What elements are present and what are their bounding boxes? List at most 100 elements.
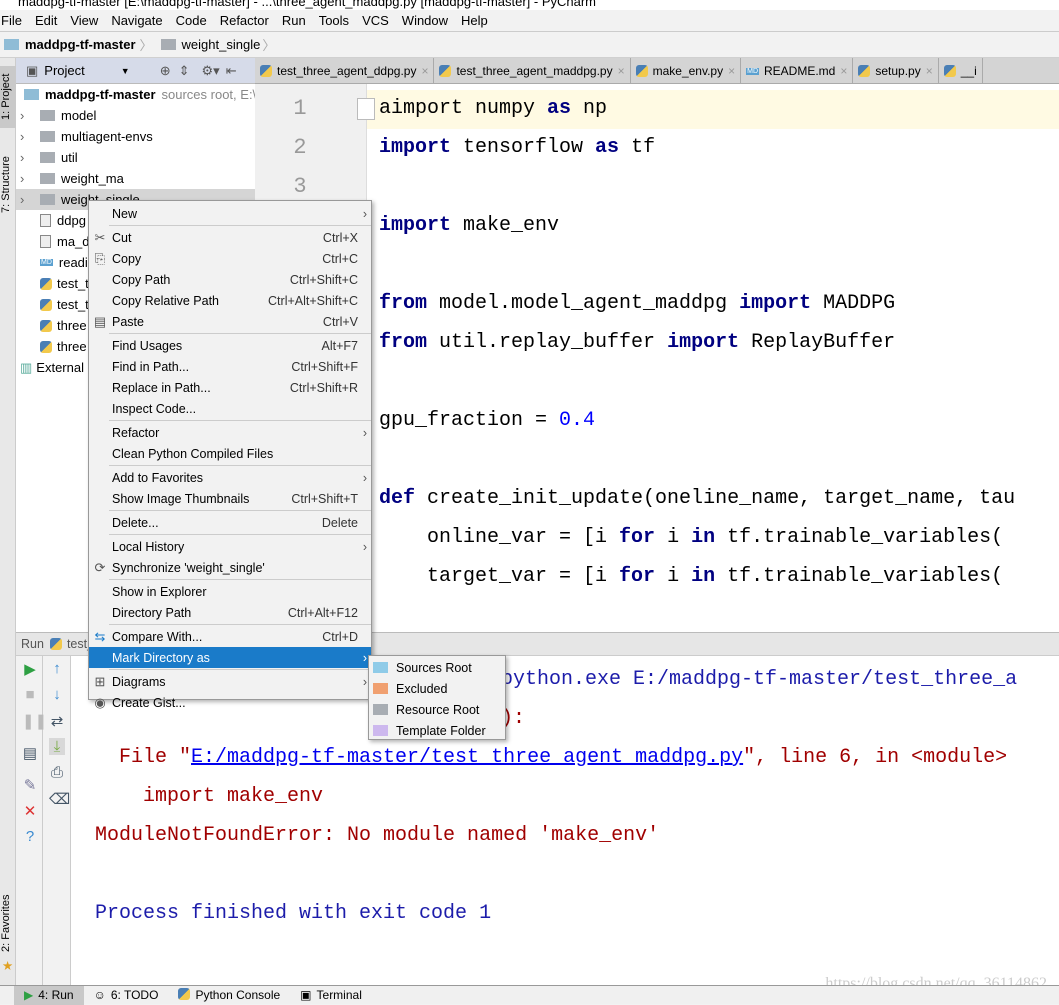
tree-item[interactable]: ma_d: [16, 231, 90, 252]
context-menu-item[interactable]: ▤ Paste Ctrl+V: [89, 311, 371, 332]
submenu-item[interactable]: Resource Root: [369, 699, 479, 720]
context-menu-item[interactable]: Clean Python Compiled Files: [89, 443, 371, 464]
code-editor[interactable]: 1 2 3 aimport numpy as np import tensorflow …: [255, 84, 1059, 632]
context-menu-item[interactable]: ⟳ Synchronize 'weight_single': [89, 557, 371, 578]
rerun-icon[interactable]: ▶: [22, 660, 38, 678]
context-menu-item[interactable]: Inspect Code...: [89, 398, 371, 419]
menu-refactor[interactable]: Refactor: [219, 13, 269, 28]
print-icon[interactable]: ⎙: [49, 764, 65, 781]
tree-item[interactable]: test_t: [16, 273, 89, 294]
chevron-right-icon[interactable]: ›: [20, 171, 34, 186]
tree-item[interactable]: test_t: [16, 294, 89, 315]
tree-item[interactable]: MD readi: [16, 252, 88, 273]
help-icon[interactable]: ?: [22, 828, 38, 845]
close-icon[interactable]: ✕: [22, 802, 38, 820]
context-menu-item[interactable]: Local History ›: [89, 536, 371, 557]
chevron-right-icon[interactable]: ›: [20, 150, 34, 165]
soft-wrap-icon[interactable]: ⇄: [49, 712, 65, 730]
editor-tab[interactable]: __i: [939, 58, 983, 84]
tree-item[interactable]: › multiagent-envs: [16, 126, 153, 147]
pause-icon[interactable]: ❚❚: [22, 712, 47, 730]
folder-icon: [40, 131, 55, 142]
breadcrumb-folder[interactable]: weight_single: [182, 37, 261, 52]
favorites-side-tab[interactable]: 2: Favorites: [0, 888, 16, 958]
layout-icon[interactable]: ▤: [22, 744, 38, 762]
scroll-to-end-icon[interactable]: ⤓: [49, 738, 65, 755]
editor-tab[interactable]: setup.py ×: [853, 58, 939, 84]
tree-external-libraries[interactable]: ▥ External: [20, 357, 84, 378]
tree-item[interactable]: › weight_ma: [16, 168, 124, 189]
project-view-selector[interactable]: Project: [44, 63, 84, 78]
chevron-right-icon[interactable]: ›: [20, 129, 34, 144]
structure-side-tab[interactable]: 7: Structure: [0, 150, 16, 220]
chevron-right-icon[interactable]: ›: [20, 108, 34, 123]
menu-help[interactable]: Help: [460, 13, 488, 28]
context-menu-item[interactable]: Directory Path Ctrl+Alt+F12: [89, 602, 371, 623]
context-menu-item[interactable]: ⎘ Copy Ctrl+C: [89, 248, 371, 269]
context-menu-item[interactable]: Find Usages Alt+F7: [89, 335, 371, 356]
context-menu-item[interactable]: Delete... Delete: [89, 512, 371, 533]
close-tab-icon[interactable]: ×: [728, 64, 735, 78]
context-menu-item[interactable]: Add to Favorites ›: [89, 467, 371, 488]
trash-icon[interactable]: ⌫: [49, 790, 70, 808]
close-tab-icon[interactable]: ×: [840, 64, 847, 78]
submenu-item[interactable]: Excluded: [369, 678, 447, 699]
editor-tab[interactable]: MD README.md ×: [741, 58, 854, 84]
hide-icon[interactable]: ⇤: [226, 63, 237, 79]
context-menu-item[interactable]: Copy Relative Path Ctrl+Alt+Shift+C: [89, 290, 371, 311]
menu-code[interactable]: Code: [175, 13, 207, 28]
menu-run[interactable]: Run: [281, 13, 306, 28]
context-menu-item[interactable]: Replace in Path... Ctrl+Shift+R: [89, 377, 371, 398]
editor-tab[interactable]: make_env.py ×: [631, 58, 742, 84]
editor-tab-label: make_env.py: [652, 64, 724, 78]
output-file-link[interactable]: E:/maddpg-tf-master/test_three_agent_mad…: [191, 746, 743, 769]
context-menu-item[interactable]: ⇆ Compare With... Ctrl+D: [89, 626, 371, 647]
menu-file[interactable]: File: [0, 13, 22, 28]
context-menu-item[interactable]: ✂ Cut Ctrl+X: [89, 227, 371, 248]
editor-tab[interactable]: test_three_agent_ddpg.py ×: [255, 58, 435, 84]
menu-view[interactable]: View: [69, 13, 98, 28]
stop-icon[interactable]: ■: [22, 686, 38, 703]
chevron-down-icon[interactable]: ▼: [121, 66, 130, 76]
submenu-item[interactable]: Template Folder: [369, 720, 486, 741]
gear-icon[interactable]: ⚙▾: [202, 63, 220, 79]
collapse-icon[interactable]: ⇕: [179, 63, 190, 79]
menu-window[interactable]: Window: [401, 13, 448, 28]
context-menu-item[interactable]: Mark Directory as ›: [89, 647, 371, 668]
chevron-right-icon[interactable]: ›: [20, 192, 34, 207]
bottom-tab-terminal[interactable]: ▣ Terminal: [290, 986, 372, 1005]
tree-item[interactable]: three: [16, 336, 87, 357]
menu-edit[interactable]: Edit: [34, 13, 57, 28]
pin-icon[interactable]: ✎: [22, 776, 38, 794]
close-tab-icon[interactable]: ×: [421, 64, 428, 78]
tree-item[interactable]: three: [16, 315, 87, 336]
locate-icon[interactable]: ⊕: [160, 63, 171, 79]
context-menu-item[interactable]: Show Image Thumbnails Ctrl+Shift+T: [89, 488, 371, 509]
project-side-tab[interactable]: 1: Project: [0, 66, 16, 128]
arrow-down-icon[interactable]: ↓: [49, 686, 65, 703]
arrow-up-icon[interactable]: ↑: [49, 660, 65, 677]
menu-tools[interactable]: Tools: [318, 13, 349, 28]
context-menu-item[interactable]: ◉ Create Gist...: [89, 692, 371, 713]
menu-navigate[interactable]: Navigate: [110, 13, 162, 28]
close-tab-icon[interactable]: ×: [618, 64, 625, 78]
context-menu-item[interactable]: Refactor ›: [89, 422, 371, 443]
tree-item[interactable]: ddpg: [16, 210, 86, 231]
context-menu-item[interactable]: Find in Path... Ctrl+Shift+F: [89, 356, 371, 377]
tree-item[interactable]: › model: [16, 105, 96, 126]
submenu-item[interactable]: Sources Root: [369, 657, 472, 678]
tree-root[interactable]: maddpg-tf-master sources root, E:\: [20, 84, 256, 105]
bottom-tab-python-console[interactable]: Python Console: [168, 986, 290, 1005]
project-view-icon: ▣: [26, 62, 39, 78]
menu-vcs[interactable]: VCS: [361, 13, 389, 28]
context-menu-item[interactable]: Copy Path Ctrl+Shift+C: [89, 269, 371, 290]
tree-item[interactable]: › util: [16, 147, 78, 168]
context-menu-item[interactable]: ⊞ Diagrams ›: [89, 671, 371, 692]
context-menu-item[interactable]: Show in Explorer: [89, 581, 371, 602]
context-menu-item[interactable]: New ›: [89, 203, 371, 224]
close-tab-icon[interactable]: ×: [926, 64, 933, 78]
bottom-tab-todo[interactable]: ☺ 6: TODO: [84, 986, 169, 1005]
bottom-tab-run[interactable]: ▶ 4: Run: [14, 985, 84, 1005]
breadcrumb-root[interactable]: maddpg-tf-master: [25, 37, 136, 52]
editor-tab[interactable]: test_three_agent_maddpg.py ×: [434, 58, 631, 84]
